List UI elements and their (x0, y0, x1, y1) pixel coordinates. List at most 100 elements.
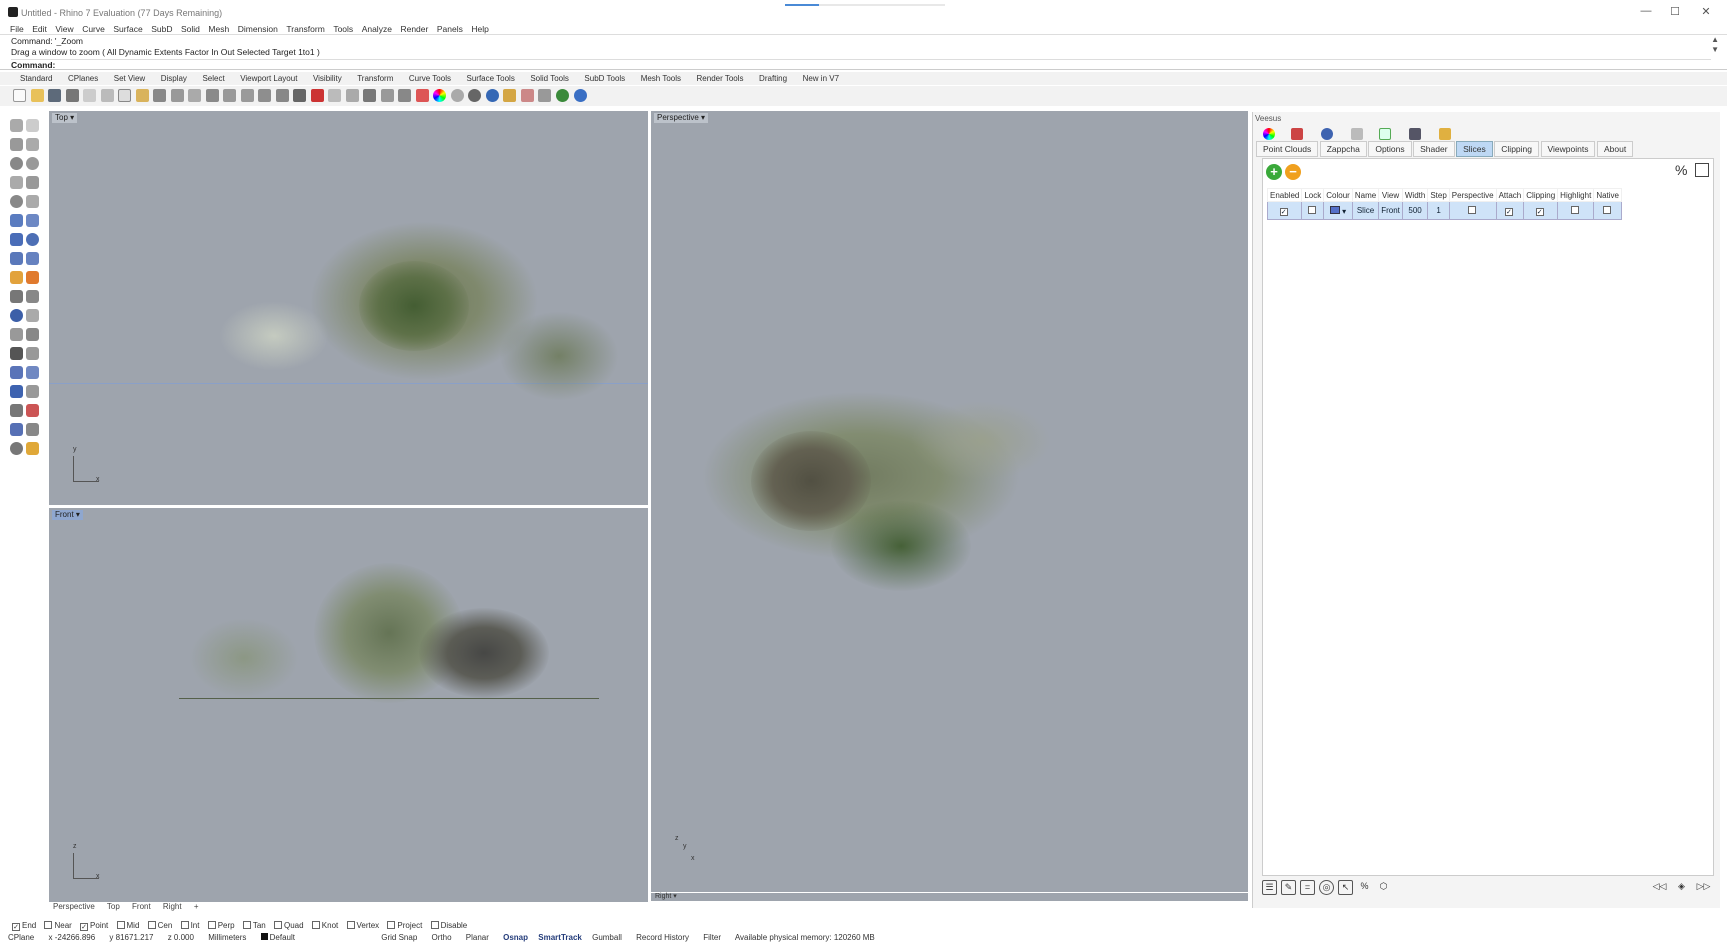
minimize-button[interactable]: — (1638, 5, 1654, 17)
loft-icon[interactable] (26, 214, 39, 227)
tab-solid-tools[interactable]: Solid Tools (530, 72, 569, 85)
tab-options[interactable]: Options (1368, 141, 1412, 157)
tab-display[interactable]: Display (161, 72, 187, 85)
tab-curve-tools[interactable]: Curve Tools (409, 72, 451, 85)
remove-slice-button[interactable]: − (1285, 164, 1301, 180)
transform-icon[interactable] (10, 366, 23, 379)
status-units[interactable]: Millimeters (208, 933, 246, 942)
copy-icon[interactable] (118, 89, 132, 102)
options-icon[interactable] (538, 89, 552, 102)
viewport-label-top[interactable]: Top ▾ (52, 113, 78, 123)
osnap-checkbox[interactable]: ✓ (12, 923, 20, 931)
tab-render-tools[interactable]: Render Tools (697, 72, 744, 85)
layout-icon[interactable] (10, 423, 23, 436)
colour-swatch[interactable] (1329, 205, 1340, 214)
grid-snap-toggle[interactable]: Grid Snap (381, 933, 417, 942)
gumball-toggle[interactable]: Gumball (592, 933, 622, 942)
tab-drafting[interactable]: Drafting (759, 72, 787, 85)
import-icon[interactable] (83, 89, 97, 102)
menu-surface[interactable]: Surface (113, 24, 142, 34)
text-icon[interactable] (10, 347, 23, 360)
environment-icon[interactable] (555, 89, 569, 102)
sphere-icon[interactable] (26, 233, 39, 246)
shape-icon[interactable]: ⬡ (1376, 880, 1391, 895)
print-icon[interactable] (65, 89, 79, 102)
smarttrack-toggle[interactable]: SmartTrack (538, 933, 582, 942)
rectangle-icon[interactable] (26, 176, 39, 189)
box-icon[interactable] (10, 233, 23, 246)
tab-subd-tools[interactable]: SubD Tools (584, 72, 625, 85)
distance-icon[interactable] (26, 385, 39, 398)
scroll-down-icon[interactable]: ▼ (1711, 45, 1719, 54)
osnap-checkbox[interactable] (387, 921, 396, 929)
circle-icon[interactable] (10, 157, 23, 170)
group-icon[interactable] (10, 309, 23, 322)
previous-icon[interactable]: ◁◁ (1652, 880, 1667, 895)
add-slice-button[interactable]: + (1266, 164, 1282, 180)
zoom-extents-icon[interactable] (240, 89, 254, 102)
percent-icon[interactable]: % (1675, 162, 1687, 178)
tab-new-in-v7[interactable]: New in V7 (803, 72, 839, 85)
clipping-checkbox[interactable]: ✓ (1535, 207, 1544, 216)
menu-file[interactable]: File (10, 24, 24, 34)
explode-icon[interactable] (26, 271, 39, 284)
menu-dimension[interactable]: Dimension (238, 24, 278, 34)
tab-zappcha[interactable]: Zappcha (1319, 141, 1367, 157)
cut-icon[interactable] (100, 89, 114, 102)
color-icon[interactable] (1263, 128, 1275, 140)
menu-solid[interactable]: Solid (181, 24, 200, 34)
rotate-view-icon[interactable] (275, 89, 289, 102)
export-icon[interactable] (1409, 128, 1421, 140)
close-button[interactable]: ✕ (1698, 5, 1714, 18)
render-settings-icon[interactable] (520, 89, 534, 102)
tab-transform[interactable]: Transform (357, 72, 393, 85)
new-icon[interactable] (13, 89, 26, 102)
osnap-checkbox[interactable] (273, 921, 282, 929)
menu-mesh[interactable]: Mesh (208, 24, 229, 34)
command-prompt-input[interactable]: Command: (11, 59, 1711, 70)
folder-icon[interactable] (1439, 128, 1451, 140)
tab-select[interactable]: Select (202, 72, 224, 85)
wireframe-icon[interactable] (450, 89, 464, 102)
osnap-perp[interactable]: Perp (207, 921, 235, 930)
highlight-checkbox[interactable] (1570, 206, 1579, 214)
grid-icon[interactable] (293, 89, 307, 102)
menu-transform[interactable]: Transform (286, 24, 324, 34)
boolean-icon[interactable] (10, 271, 23, 284)
tab-clipping[interactable]: Clipping (1494, 141, 1539, 157)
layers-stack-icon[interactable]: ◈ (1674, 880, 1689, 895)
save-icon[interactable] (48, 89, 62, 102)
viewport-tab-perspective[interactable]: Perspective (53, 902, 95, 911)
osnap-tan[interactable]: Tan (242, 921, 266, 930)
ellipse-icon[interactable] (26, 157, 39, 170)
osnap-checkbox[interactable] (180, 921, 189, 929)
osnap-checkbox[interactable] (207, 921, 216, 929)
record-history-toggle[interactable]: Record History (636, 933, 689, 942)
material-icon[interactable] (503, 89, 517, 102)
view-cell[interactable]: Front (1378, 201, 1403, 220)
maximize-button[interactable]: ☐ (1667, 5, 1683, 18)
tab-shader[interactable]: Shader (1413, 141, 1455, 157)
select-arrow-icon[interactable] (10, 119, 23, 132)
planar-toggle[interactable]: Planar (466, 933, 489, 942)
curve-icon[interactable] (26, 138, 39, 151)
tab-standard[interactable]: Standard (20, 72, 52, 85)
open-icon[interactable] (30, 89, 44, 102)
menu-help[interactable]: Help (471, 24, 488, 34)
width-cell[interactable]: 500 (1401, 201, 1429, 220)
shader-icon[interactable] (1321, 128, 1333, 140)
tab-viewpoints[interactable]: Viewpoints (1540, 141, 1596, 157)
perspective-cell[interactable] (1448, 201, 1497, 220)
zoom-icon[interactable] (205, 89, 219, 102)
select-icon[interactable] (328, 89, 342, 102)
undo-icon[interactable] (153, 89, 167, 102)
osnap-toggle[interactable]: Osnap (503, 933, 528, 942)
menu-view[interactable]: View (55, 24, 73, 34)
viewport-tab-right[interactable]: Right (163, 902, 182, 911)
light-icon[interactable] (380, 89, 394, 102)
osnap-checkbox[interactable] (147, 921, 156, 929)
cplane-icon[interactable] (310, 89, 324, 102)
status-layer[interactable]: Default (260, 933, 307, 942)
osnap-disable[interactable]: Disable (430, 921, 467, 930)
osnap-cen[interactable]: Cen (147, 921, 172, 930)
